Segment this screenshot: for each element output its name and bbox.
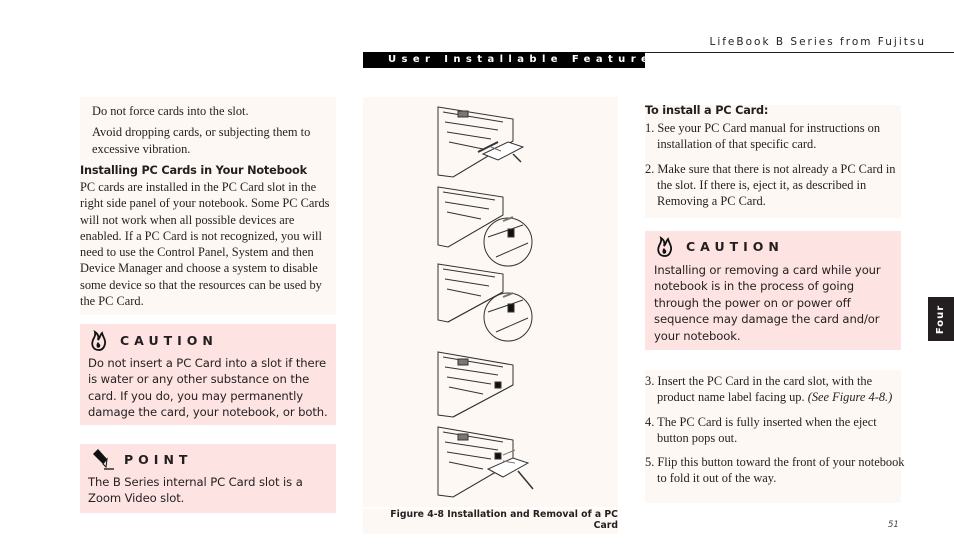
- steps-list-b: 3. Insert the PC Card in the card slot, …: [645, 373, 905, 495]
- pc-card-illustration: [437, 106, 534, 498]
- step-item: 2. Make sure that there is not already a…: [645, 161, 896, 209]
- flame-icon: [91, 329, 107, 351]
- steps-heading: To install a PC Card:: [645, 104, 769, 117]
- pen-icon: [93, 449, 114, 470]
- point-title: POINT: [124, 451, 193, 467]
- section-heading: Installing PC Cards in Your Notebook: [80, 164, 307, 177]
- flame-icon: [657, 235, 673, 257]
- chapter-tab: Four: [928, 297, 954, 341]
- step-item: 5. Flip this button toward the front of …: [645, 455, 905, 486]
- laptop-insert-card: [437, 106, 525, 178]
- bullet-item: Do not force cards into the slot.: [92, 104, 249, 118]
- page-number: 51: [888, 520, 899, 530]
- caution-title: CAUTION: [686, 238, 784, 254]
- steps-list-a: 1. See your PC Card manual for instructi…: [645, 120, 905, 217]
- point-body: The B Series internal PC Card slot is a …: [88, 475, 303, 506]
- laptop-fold-detail: [437, 263, 533, 342]
- caution-title: CAUTION: [120, 332, 218, 348]
- bullet-item: Avoid dropping cards, or subjecting them…: [92, 125, 311, 156]
- laptop-remove-card: [437, 426, 534, 498]
- caution-body: Do not insert a PC Card into a slot if t…: [88, 356, 328, 420]
- figure-caption: Figure 4-8 Installation and Removal of a…: [390, 509, 618, 531]
- body-paragraph: PC cards are installed in the PC Card sl…: [80, 180, 330, 309]
- bullet-list: Do not force cards into the slot. Avoid …: [92, 103, 336, 157]
- step-item: 4. The PC Card is fully inserted when th…: [645, 414, 877, 445]
- step-item: 3. Insert the PC Card in the card slot, …: [645, 374, 893, 405]
- running-head: LifeBook B Series from Fujitsu: [709, 36, 926, 48]
- caution-box: CAUTION Do not insert a PC Card into a s…: [80, 324, 336, 425]
- caution-body: Installing or removing a card while your…: [654, 263, 881, 343]
- caution-box-right: CAUTION Installing or removing a card wh…: [645, 231, 901, 350]
- figure-reference: (See Figure 4-8.): [807, 390, 893, 405]
- laptop-eject-detail: [437, 186, 533, 267]
- step-item: 1. See your PC Card manual for instructi…: [645, 121, 881, 152]
- section-title-bar: User Installable Features: [363, 52, 659, 68]
- point-box: POINT The B Series internal PC Card slot…: [80, 444, 336, 513]
- laptop-card-inserted: [437, 351, 514, 418]
